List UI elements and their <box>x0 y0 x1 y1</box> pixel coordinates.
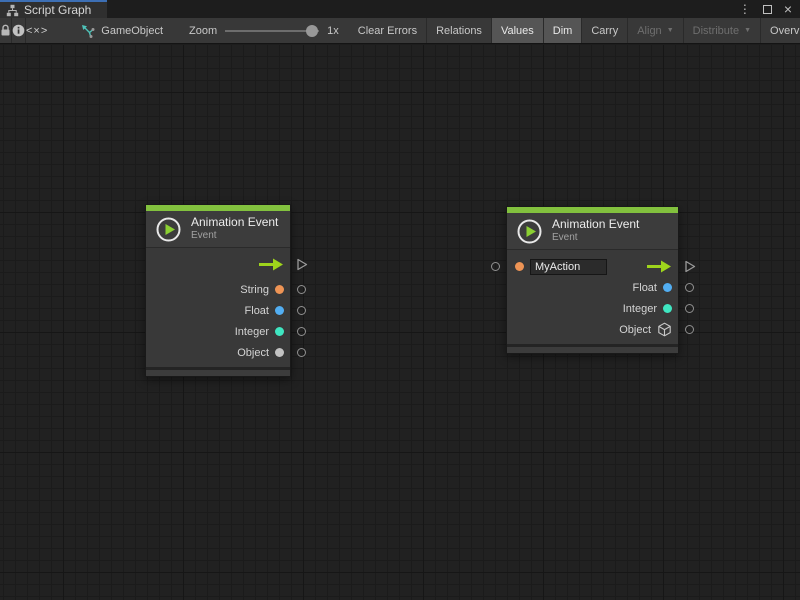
port-row-integer: Integer <box>146 321 290 342</box>
node-body: String Float Integer Object <box>146 248 290 367</box>
event-name-row <box>507 256 678 277</box>
integer-output-port[interactable] <box>297 327 306 336</box>
port-label: Object <box>619 324 651 336</box>
node-animation-event-2[interactable]: Animation Event Event <box>506 206 679 354</box>
toolbar-actions: Clear Errors Relations Values Dim Carry … <box>349 18 800 43</box>
inline-values-button[interactable]: <×> <box>25 18 48 43</box>
port-label: Object <box>237 347 269 359</box>
node-subtitle: Event <box>191 230 278 242</box>
play-icon <box>155 216 182 243</box>
graph-owner[interactable]: GameObject <box>73 18 171 43</box>
window-controls: ⋮ × <box>739 0 800 18</box>
values-toggle-button[interactable]: Values <box>491 18 543 43</box>
port-row-float: Float <box>507 277 678 298</box>
cube-icon <box>657 322 672 337</box>
float-type-dot <box>275 306 284 315</box>
align-dropdown-button[interactable]: Align ▼ <box>627 18 682 43</box>
flow-output-port[interactable] <box>296 258 308 271</box>
flow-output-row <box>146 254 290 275</box>
node-body: Float Integer Object <box>507 250 678 344</box>
zoom-slider-track[interactable] <box>225 30 319 32</box>
graph-asset-icon <box>81 24 95 38</box>
lock-button[interactable] <box>0 18 11 43</box>
port-label: Float <box>633 282 657 294</box>
tab-bar: Script Graph ⋮ × <box>0 0 800 18</box>
port-row-object: Object <box>507 319 678 340</box>
object-output-port[interactable] <box>297 348 306 357</box>
clear-errors-button[interactable]: Clear Errors <box>349 18 426 43</box>
values-label: Values <box>501 25 534 37</box>
port-row-object: Object <box>146 342 290 363</box>
dim-label: Dim <box>553 25 573 37</box>
object-type-dot <box>275 348 284 357</box>
port-row-string: String <box>146 279 290 300</box>
dropdown-arrow-icon: ▼ <box>744 27 751 34</box>
carry-button[interactable]: Carry <box>581 18 627 43</box>
port-label: Float <box>245 305 269 317</box>
distribute-label: Distribute <box>693 25 739 37</box>
relations-label: Relations <box>436 25 482 37</box>
graph-toolbar: <×> GameObject Zoom 1x Clear Errors <box>0 18 800 44</box>
overview-label: Overv <box>770 25 799 37</box>
name-input-port[interactable] <box>491 262 500 271</box>
event-name-input[interactable] <box>530 259 607 275</box>
tab-script-graph[interactable]: Script Graph <box>0 0 107 18</box>
port-label: Integer <box>623 303 657 315</box>
relations-button[interactable]: Relations <box>426 18 491 43</box>
dim-toggle-button[interactable]: Dim <box>543 18 582 43</box>
node-footer <box>146 367 290 376</box>
clear-errors-label: Clear Errors <box>358 25 417 37</box>
zoom-control: Zoom 1x <box>183 18 345 43</box>
flow-arrow-icon <box>258 258 284 271</box>
integer-type-dot <box>275 327 284 336</box>
node-title: Animation Event <box>191 216 278 230</box>
string-type-dot <box>275 285 284 294</box>
align-label: Align <box>637 25 661 37</box>
script-graph-window: Script Graph ⋮ × <×> <box>0 0 800 600</box>
node-titles: Animation Event Event <box>191 216 278 242</box>
play-icon <box>516 218 543 245</box>
maximize-icon[interactable] <box>763 5 772 14</box>
overview-button[interactable]: Overv <box>760 18 800 43</box>
distribute-dropdown-button[interactable]: Distribute ▼ <box>683 18 760 43</box>
zoom-slider-handle[interactable] <box>306 25 318 37</box>
node-header[interactable]: Animation Event Event <box>507 213 678 250</box>
lock-icon <box>0 24 11 37</box>
close-icon[interactable]: × <box>784 2 792 16</box>
float-output-port[interactable] <box>297 306 306 315</box>
dropdown-arrow-icon: ▼ <box>667 27 674 34</box>
menu-icon[interactable]: ⋮ <box>739 3 751 15</box>
port-row-integer: Integer <box>507 298 678 319</box>
float-output-port[interactable] <box>685 283 694 292</box>
zoom-value: 1x <box>327 25 339 37</box>
port-label: Integer <box>235 326 269 338</box>
node-header[interactable]: Animation Event Event <box>146 211 290 248</box>
node-footer <box>507 344 678 353</box>
port-row-float: Float <box>146 300 290 321</box>
zoom-label: Zoom <box>189 25 217 37</box>
info-button[interactable] <box>11 18 25 43</box>
string-type-dot <box>515 262 524 271</box>
integer-output-port[interactable] <box>685 304 694 313</box>
node-title: Animation Event <box>552 218 639 232</box>
object-output-port[interactable] <box>685 325 694 334</box>
script-graph-icon <box>6 4 19 17</box>
flow-output-port[interactable] <box>684 260 696 273</box>
node-animation-event-1[interactable]: Animation Event Event String <box>145 204 291 377</box>
string-output-port[interactable] <box>297 285 306 294</box>
integer-type-dot <box>663 304 672 313</box>
angle-brackets-icon: <×> <box>26 25 48 37</box>
graph-canvas[interactable]: Animation Event Event String <box>0 45 800 600</box>
flow-arrow-icon <box>646 260 672 273</box>
node-titles: Animation Event Event <box>552 218 639 244</box>
zoom-slider[interactable] <box>225 24 319 38</box>
tab-title: Script Graph <box>24 3 91 17</box>
port-label: String <box>240 284 269 296</box>
gameobject-label: GameObject <box>101 25 163 37</box>
carry-label: Carry <box>591 25 618 37</box>
node-subtitle: Event <box>552 232 639 244</box>
info-icon <box>12 24 25 37</box>
float-type-dot <box>663 283 672 292</box>
